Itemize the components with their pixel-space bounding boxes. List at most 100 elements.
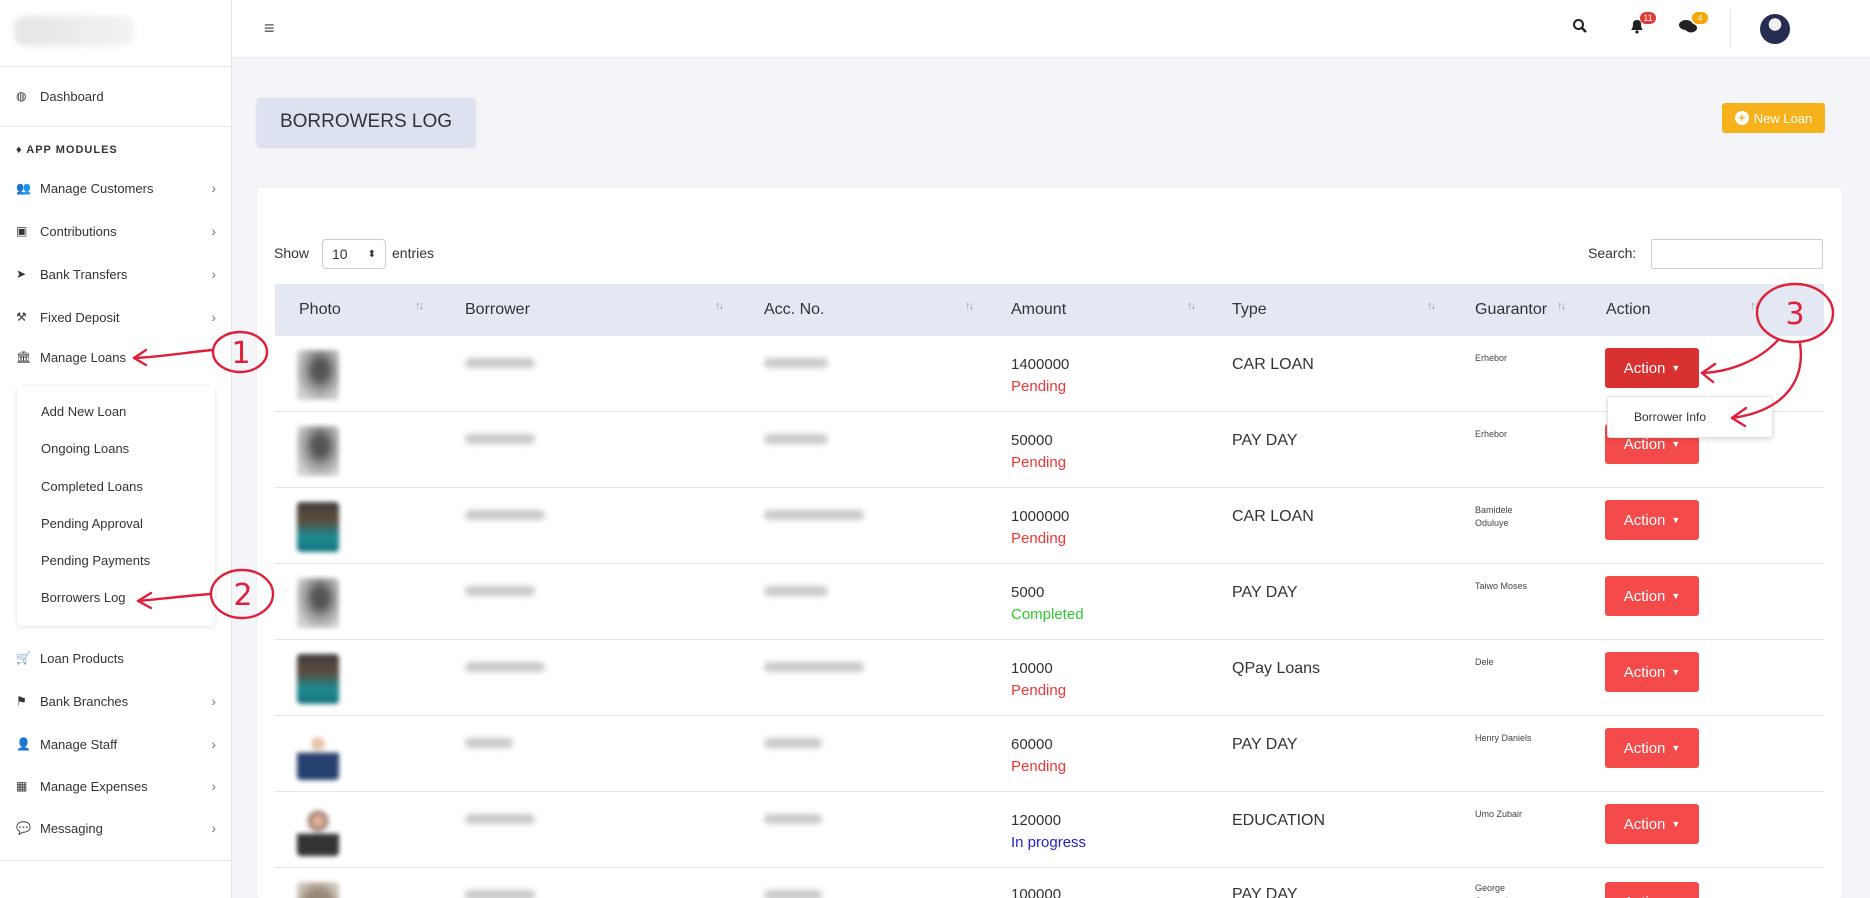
sidebar-item-loan-products[interactable]: 🛒 Loan Products — [16, 646, 216, 670]
borrower-photo — [297, 806, 339, 856]
sidebar-item-manage-loans[interactable]: 🏛 Manage Loans — [16, 345, 216, 369]
column-header-acc-no[interactable]: Acc. No. — [764, 284, 824, 336]
sort-icon[interactable]: ↑↓ — [1750, 300, 1759, 312]
entries-label: entries — [392, 245, 435, 261]
loan-type: PAY DAY — [1232, 736, 1298, 753]
sidebar-item-manage-staff[interactable]: 👤 Manage Staff › — [16, 732, 216, 756]
borrower-name-redacted — [465, 814, 535, 824]
annotation-label-2: 2 — [233, 578, 252, 613]
submenu-item-ongoing-loans[interactable]: Ongoing Loans — [41, 441, 129, 456]
sort-icon[interactable]: ↑↓ — [715, 300, 724, 312]
action-dropdown-button[interactable]: Action▼ — [1605, 804, 1699, 844]
action-dropdown-button[interactable]: Action▼ — [1605, 576, 1699, 616]
action-dropdown-button[interactable]: Action▼ — [1605, 882, 1699, 898]
loan-type: PAY DAY — [1232, 432, 1298, 449]
submenu-item-pending-approval[interactable]: Pending Approval — [41, 516, 143, 531]
borrower-name-redacted — [465, 890, 535, 898]
column-header-amount[interactable]: Amount — [1011, 284, 1066, 336]
sidebar-item-label: Contributions — [40, 223, 117, 239]
column-header-borrower[interactable]: Borrower — [465, 284, 530, 336]
submenu-item-completed-loans[interactable]: Completed Loans — [41, 479, 143, 494]
account-number-redacted — [764, 814, 822, 824]
sidebar-item-label: Bank Branches — [40, 693, 129, 709]
borrower-photo — [297, 502, 339, 552]
table-row: 60000 Pending PAY DAY Henry Daniels Acti… — [275, 716, 1824, 792]
loan-type: EDUCATION — [1232, 812, 1326, 829]
loan-amount: 50000 — [1011, 432, 1053, 449]
borrower-photo — [297, 426, 339, 476]
account-number-redacted — [764, 586, 828, 596]
table-row: 100000 PAY DAY George Osasenia Action▼ — [275, 868, 1824, 898]
page-title: BORROWERS LOG — [257, 98, 475, 146]
hamburger-menu-icon[interactable]: ≡ — [264, 18, 275, 39]
chevron-right-icon: › — [211, 223, 216, 239]
chevron-right-icon: › — [211, 778, 216, 794]
loan-status: Pending — [1011, 758, 1067, 775]
borrower-name-redacted — [465, 358, 535, 368]
chevron-right-icon: › — [211, 820, 216, 836]
sidebar: ◍ Dashboard ♦ APP MODULES 👥 Manage Custo… — [0, 0, 232, 898]
borrower-photo — [297, 654, 339, 704]
borrower-photo — [297, 730, 339, 780]
sort-icon[interactable]: ↑↓ — [1557, 300, 1566, 312]
submenu-item-add-new-loan[interactable]: Add New Loan — [41, 404, 126, 419]
borrower-info-menu-item[interactable]: Borrower Info — [1607, 396, 1773, 438]
sort-icon[interactable]: ↑↓ — [415, 300, 424, 312]
sidebar-item-contributions[interactable]: ▣ Contributions › — [16, 219, 216, 243]
action-dropdown-button[interactable]: Action▼ — [1605, 728, 1699, 768]
bank-icon: 🏛 — [16, 350, 32, 364]
sidebar-item-label: Manage Customers — [40, 180, 154, 196]
chevron-right-icon: › — [211, 693, 216, 709]
user-avatar[interactable] — [1760, 14, 1790, 44]
new-loan-label: New Loan — [1753, 110, 1813, 126]
divider — [0, 860, 232, 861]
caret-down-icon: ▼ — [1671, 819, 1681, 829]
messages-icon[interactable]: 4 — [1678, 12, 1708, 39]
table-row: 1400000 Pending CAR LOAN Erhebor Action ▼ — [275, 336, 1824, 412]
search-icon[interactable] — [1572, 18, 1588, 39]
column-header-type[interactable]: Type — [1232, 284, 1267, 336]
table-row: 120000 In progress EDUCATION Umo Zubair … — [275, 792, 1824, 868]
page-length-select[interactable]: 10 ⬍ — [322, 239, 386, 269]
table-header: Photo ↑↓ Borrower ↑↓ Acc. No. ↑↓ Amount … — [275, 284, 1824, 336]
table-row: 10000 Pending QPay Loans Dele Action ▼ — [275, 640, 1824, 716]
divider — [0, 126, 232, 127]
loan-amount: 1000000 — [1011, 508, 1070, 525]
table-row: 1000000 Pending CAR LOAN Bamidele Oduluy… — [275, 488, 1824, 564]
gavel-icon: ⚒ — [16, 310, 27, 324]
caret-down-icon: ▼ — [1671, 591, 1681, 601]
submenu-item-pending-payments[interactable]: Pending Payments — [41, 553, 150, 568]
sidebar-item-bank-transfers[interactable]: ➤ Bank Transfers › — [16, 262, 216, 286]
search-input[interactable] — [1651, 239, 1823, 269]
column-header-guarantor[interactable]: Guarantor — [1475, 284, 1547, 336]
sidebar-item-manage-expenses[interactable]: ▦ Manage Expenses › — [16, 774, 216, 798]
new-loan-button[interactable]: + New Loan — [1722, 103, 1825, 133]
show-label: Show — [274, 245, 310, 261]
sidebar-item-fixed-deposit[interactable]: ⚒ Fixed Deposit › — [16, 305, 216, 329]
action-dropdown-button[interactable]: Action▼ — [1605, 500, 1699, 540]
borrower-name-redacted — [465, 586, 535, 596]
action-dropdown-button[interactable]: Action▼ — [1605, 652, 1699, 692]
guarantor-name: Erhebor — [1475, 353, 1508, 363]
guarantor-name: Bamidele Oduluye — [1475, 505, 1513, 528]
guarantor-name: Taiwo Moses — [1475, 581, 1528, 591]
messages-badge: 4 — [1692, 12, 1708, 24]
paper-plane-icon: ➤ — [16, 267, 27, 281]
column-header-photo[interactable]: Photo — [299, 284, 341, 336]
chevron-right-icon: › — [211, 309, 216, 325]
loan-status: Completed — [1011, 606, 1084, 623]
sort-icon[interactable]: ↑↓ — [1427, 300, 1436, 312]
guarantor-name: Dele — [1475, 657, 1494, 667]
borrower-photo — [297, 350, 339, 400]
sidebar-item-messaging[interactable]: 💬 Messaging › — [16, 816, 216, 840]
submenu-item-borrowers-log[interactable]: Borrowers Log — [41, 590, 126, 605]
sidebar-item-dashboard[interactable]: ◍ Dashboard — [16, 84, 216, 108]
loan-status: Pending — [1011, 530, 1067, 547]
sort-icon[interactable]: ↑↓ — [965, 300, 974, 312]
sort-icon[interactable]: ↑↓ — [1187, 300, 1196, 312]
sidebar-item-bank-branches[interactable]: ⚑ Bank Branches › — [16, 689, 216, 713]
sidebar-item-manage-customers[interactable]: 👥 Manage Customers › — [16, 176, 216, 200]
notifications-bell-icon[interactable]: 11 — [1628, 12, 1656, 39]
account-number-redacted — [764, 662, 864, 672]
action-dropdown-button[interactable]: Action▼ — [1605, 348, 1699, 388]
